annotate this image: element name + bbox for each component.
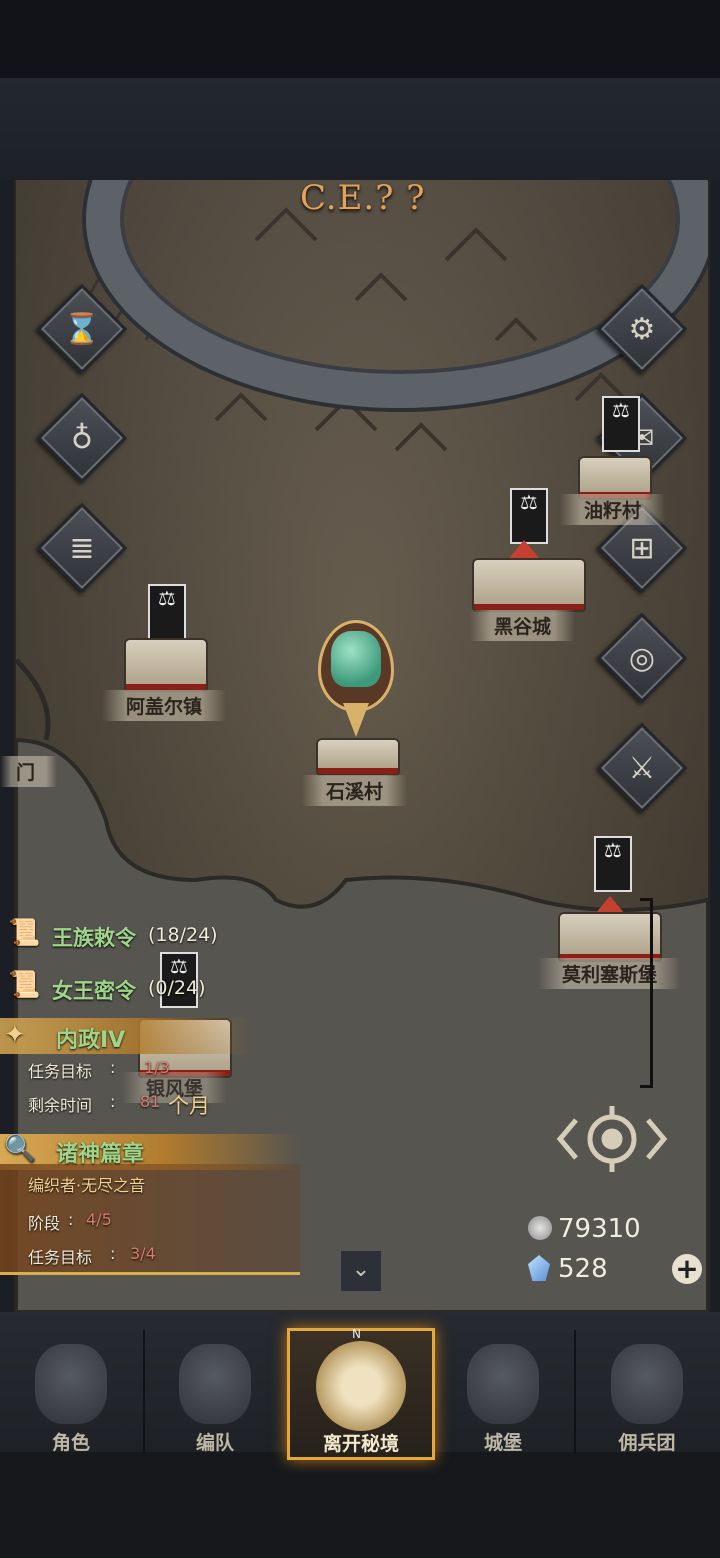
compass-north-label: N (352, 1327, 361, 1341)
crystal-icon (528, 1255, 550, 1281)
status-bar-area (0, 0, 720, 180)
quest-time-unit: 个月 (168, 1094, 210, 1118)
hourglass-icon: ⌛ (63, 311, 101, 347)
quest-time-value: 81 (140, 1092, 161, 1111)
crystal-value: 528 (558, 1254, 608, 1284)
scroll-icon: ≣ (69, 530, 95, 566)
crosshair-icon (556, 1106, 668, 1172)
town-label: 黑谷城 (470, 610, 576, 641)
player-marker (318, 620, 394, 737)
era-label: C.E.? ? (300, 178, 426, 218)
faction-flag-icon: ⚖ (510, 488, 548, 544)
quest-title: 内政IV (56, 1028, 126, 1053)
quest-target-value: 1/3 (144, 1058, 170, 1077)
town-building (474, 560, 584, 610)
nav-label: 编队 (195, 1432, 234, 1454)
town-label: 油籽村 (560, 494, 666, 525)
colon: : (110, 1058, 116, 1077)
silver-counter: 79310 (528, 1214, 641, 1244)
nav-label: 离开秘境 (322, 1433, 399, 1455)
formation-icon (179, 1344, 251, 1424)
nav-character[interactable]: 角色 (0, 1330, 142, 1454)
crystal-counter: 528 (528, 1254, 608, 1284)
quest-target-value: 3/4 (130, 1244, 156, 1263)
add-currency-button[interactable]: + (672, 1254, 702, 1284)
quest-time-label: 剩余时间 (28, 1096, 93, 1115)
quest-stage-value: 4/5 (86, 1210, 112, 1229)
colon: : (110, 1092, 116, 1111)
castle-gate-icon: ⊞ (629, 530, 655, 566)
marker-tip (343, 703, 369, 737)
town-label: 阿盖尔镇 (102, 690, 227, 721)
nav-label: 佣兵团 (618, 1432, 676, 1454)
money-bag-icon: ♁ (71, 420, 93, 456)
quest-name: 王族敕令 (52, 926, 136, 950)
scroll-icon: 📜 (8, 918, 41, 948)
coin-icon: ◎ (628, 640, 656, 676)
quest-target-label: 任务目标 (28, 1248, 93, 1267)
colon: : (68, 1210, 74, 1229)
quest-subtitle: 编织者·无尽之音 (28, 1176, 146, 1195)
helmet-icon (331, 631, 381, 687)
town-building (126, 640, 206, 690)
chevron-down-icon: ⌄ (351, 1257, 371, 1282)
quest-name: 女王密令 (52, 979, 136, 1003)
faction-flag-icon: ⚖ (594, 836, 632, 892)
town-building (318, 740, 398, 774)
mercenary-icon (611, 1344, 683, 1424)
silver-value: 79310 (558, 1214, 641, 1244)
search-icon: 🔍 (4, 1134, 37, 1164)
quest-stage-label: 阶段 (28, 1214, 61, 1233)
town-building (580, 458, 650, 498)
nav-castle[interactable]: 城堡 (432, 1330, 574, 1454)
faction-flag-icon: ⚖ (602, 396, 640, 452)
collapse-panel-button[interactable]: ⌄ (339, 1249, 383, 1293)
quest-progress: (18/24) (148, 924, 218, 946)
silver-coin-icon (528, 1216, 552, 1240)
settings-icon: ⚙ (628, 311, 656, 347)
quest-title: 诸神篇章 (56, 1142, 145, 1167)
map-bracket (640, 898, 653, 1088)
nav-mercenary[interactable]: 佣兵团 (576, 1330, 718, 1454)
sealed-letter-icon: 📜 (8, 970, 41, 1000)
locate-button[interactable] (556, 1100, 668, 1178)
nav-formation[interactable]: 编队 (144, 1330, 286, 1454)
knight-icon (35, 1344, 107, 1424)
faction-flag-icon: ⚖ (148, 584, 186, 640)
town-label: 莫利塞斯堡 (538, 958, 682, 989)
nav-label: 城堡 (483, 1432, 522, 1454)
castle-icon (467, 1344, 539, 1424)
town-label: 石溪村 (302, 775, 408, 806)
quest-progress: (0/24) (148, 977, 206, 999)
nav-label: 角色 (51, 1432, 90, 1454)
colon: : (110, 1244, 116, 1263)
helmet-sword-icon: ⚔ (628, 750, 656, 786)
quest-divider (0, 1272, 300, 1275)
compass-icon (316, 1341, 406, 1431)
handshake-icon: ✦ (4, 1020, 26, 1050)
quest-target-label: 任务目标 (28, 1062, 93, 1081)
nav-leave-realm[interactable]: N 离开秘境 (287, 1327, 435, 1460)
town-label: 门 (0, 756, 58, 787)
